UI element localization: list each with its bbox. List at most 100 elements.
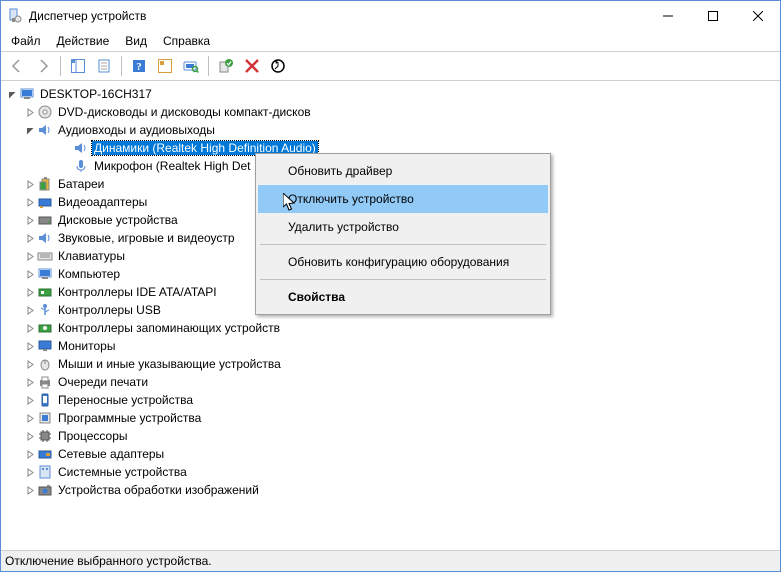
chevron-right-icon[interactable] — [23, 231, 37, 245]
menu-help[interactable]: Справка — [155, 32, 218, 50]
minimize-button[interactable] — [645, 2, 690, 31]
menu-view[interactable]: Вид — [117, 32, 155, 50]
keyboard-icon — [37, 248, 53, 264]
maximize-button[interactable] — [690, 2, 735, 31]
controller-icon — [37, 284, 53, 300]
tree-root[interactable]: DESKTOP-16CH317 — [5, 85, 780, 103]
chevron-right-icon[interactable] — [23, 393, 37, 407]
chevron-right-icon[interactable] — [23, 249, 37, 263]
node-label: Компьютер — [56, 267, 122, 281]
menubar: Файл Действие Вид Справка — [1, 31, 780, 52]
context-update-driver[interactable]: Обновить драйвер — [258, 157, 548, 185]
speaker-icon — [37, 230, 53, 246]
forward-button[interactable] — [31, 54, 55, 78]
tree-node-print-queues[interactable]: Очереди печати — [23, 373, 780, 391]
menu-file[interactable]: Файл — [3, 32, 49, 50]
chevron-down-icon[interactable] — [23, 123, 37, 137]
close-button[interactable] — [735, 2, 780, 31]
node-label: Переносные устройства — [56, 393, 195, 407]
computer-icon — [37, 266, 53, 282]
node-label: DVD-дисководы и дисководы компакт-дисков — [56, 105, 313, 119]
battery-icon — [37, 176, 53, 192]
speaker-icon — [73, 140, 89, 156]
node-label: Устройства обработки изображений — [56, 483, 261, 497]
tree-node-software-devices[interactable]: Программные устройства — [23, 409, 780, 427]
portable-device-icon — [37, 392, 53, 408]
chevron-right-icon[interactable] — [23, 357, 37, 371]
node-label: Батареи — [56, 177, 106, 191]
scan-button[interactable] — [179, 54, 203, 78]
help-button[interactable]: ? — [127, 54, 151, 78]
node-label: Контроллеры USB — [56, 303, 163, 317]
tree-node-mice[interactable]: Мыши и иные указывающие устройства — [23, 355, 780, 373]
context-uninstall-device[interactable]: Удалить устройство — [258, 213, 548, 241]
imaging-device-icon — [37, 482, 53, 498]
show-hide-tree-button[interactable] — [66, 54, 90, 78]
chevron-right-icon[interactable] — [23, 465, 37, 479]
chevron-right-icon[interactable] — [23, 321, 37, 335]
tree-area[interactable]: DESKTOP-16CH317 DVD-дисководы и дисковод… — [1, 81, 780, 550]
node-label: Клавиатуры — [56, 249, 127, 263]
mouse-icon — [37, 356, 53, 372]
tree-node-portable[interactable]: Переносные устройства — [23, 391, 780, 409]
chevron-right-icon[interactable] — [23, 483, 37, 497]
software-device-icon — [37, 410, 53, 426]
uninstall-button[interactable] — [240, 54, 264, 78]
context-menu: Обновить драйвер Отключить устройство Уд… — [255, 153, 551, 315]
action-button[interactable] — [153, 54, 177, 78]
node-label: DESKTOP-16CH317 — [38, 87, 154, 101]
context-disable-device[interactable]: Отключить устройство — [258, 185, 548, 213]
processor-icon — [37, 428, 53, 444]
chevron-right-icon[interactable] — [23, 375, 37, 389]
node-label: Дисковые устройства — [56, 213, 180, 227]
node-label: Программные устройства — [56, 411, 203, 425]
node-label: Сетевые адаптеры — [56, 447, 166, 461]
chevron-right-icon[interactable] — [23, 411, 37, 425]
back-button[interactable] — [5, 54, 29, 78]
chevron-right-icon[interactable] — [23, 285, 37, 299]
tree-node-system-devices[interactable]: Системные устройства — [23, 463, 780, 481]
chevron-right-icon[interactable] — [23, 303, 37, 317]
menu-action[interactable]: Действие — [49, 32, 118, 50]
enable-button[interactable] — [214, 54, 238, 78]
tree-node-audio[interactable]: Аудиовходы и аудиовыходы — [23, 121, 780, 139]
titlebar: Диспетчер устройств — [1, 1, 780, 31]
node-label: Аудиовходы и аудиовыходы — [56, 123, 217, 137]
chevron-right-icon[interactable] — [23, 213, 37, 227]
node-label: Видеоадаптеры — [56, 195, 149, 209]
chevron-right-icon[interactable] — [23, 195, 37, 209]
tree-node-processors[interactable]: Процессоры — [23, 427, 780, 445]
chevron-down-icon[interactable] — [5, 87, 19, 101]
node-label: Процессоры — [56, 429, 130, 443]
tree-node-imaging[interactable]: Устройства обработки изображений — [23, 481, 780, 499]
chevron-right-icon[interactable] — [23, 429, 37, 443]
tree-node-monitors[interactable]: Мониторы — [23, 337, 780, 355]
context-properties[interactable]: Свойства — [258, 283, 548, 311]
monitor-icon — [37, 338, 53, 354]
chevron-right-icon[interactable] — [23, 105, 37, 119]
node-label: Очереди печати — [56, 375, 150, 389]
microphone-icon — [73, 158, 89, 174]
status-text: Отключение выбранного устройства. — [5, 554, 212, 568]
print-queue-icon — [37, 374, 53, 390]
chevron-right-icon[interactable] — [23, 339, 37, 353]
tree-node-dvd[interactable]: DVD-дисководы и дисководы компакт-дисков — [23, 103, 780, 121]
chevron-right-icon[interactable] — [23, 267, 37, 281]
system-device-icon — [37, 464, 53, 480]
app-icon — [7, 8, 23, 24]
node-label: Системные устройства — [56, 465, 189, 479]
disk-drive-icon — [37, 212, 53, 228]
context-scan-hardware[interactable]: Обновить конфигурацию оборудования — [258, 248, 548, 276]
properties-button[interactable] — [92, 54, 116, 78]
chevron-right-icon[interactable] — [23, 447, 37, 461]
node-label: Контроллеры IDE ATA/ATAPI — [56, 285, 219, 299]
svg-text:?: ? — [136, 61, 142, 73]
chevron-right-icon[interactable] — [23, 177, 37, 191]
node-label: Звуковые, игровые и видеоустр — [56, 231, 237, 245]
toolbar: ? — [1, 52, 780, 81]
tree-node-storage-controllers[interactable]: Контроллеры запоминающих устройств — [23, 319, 780, 337]
storage-controller-icon — [37, 320, 53, 336]
tree-node-network-adapters[interactable]: Сетевые адаптеры — [23, 445, 780, 463]
update-button[interactable] — [266, 54, 290, 78]
window-title: Диспетчер устройств — [29, 9, 645, 23]
